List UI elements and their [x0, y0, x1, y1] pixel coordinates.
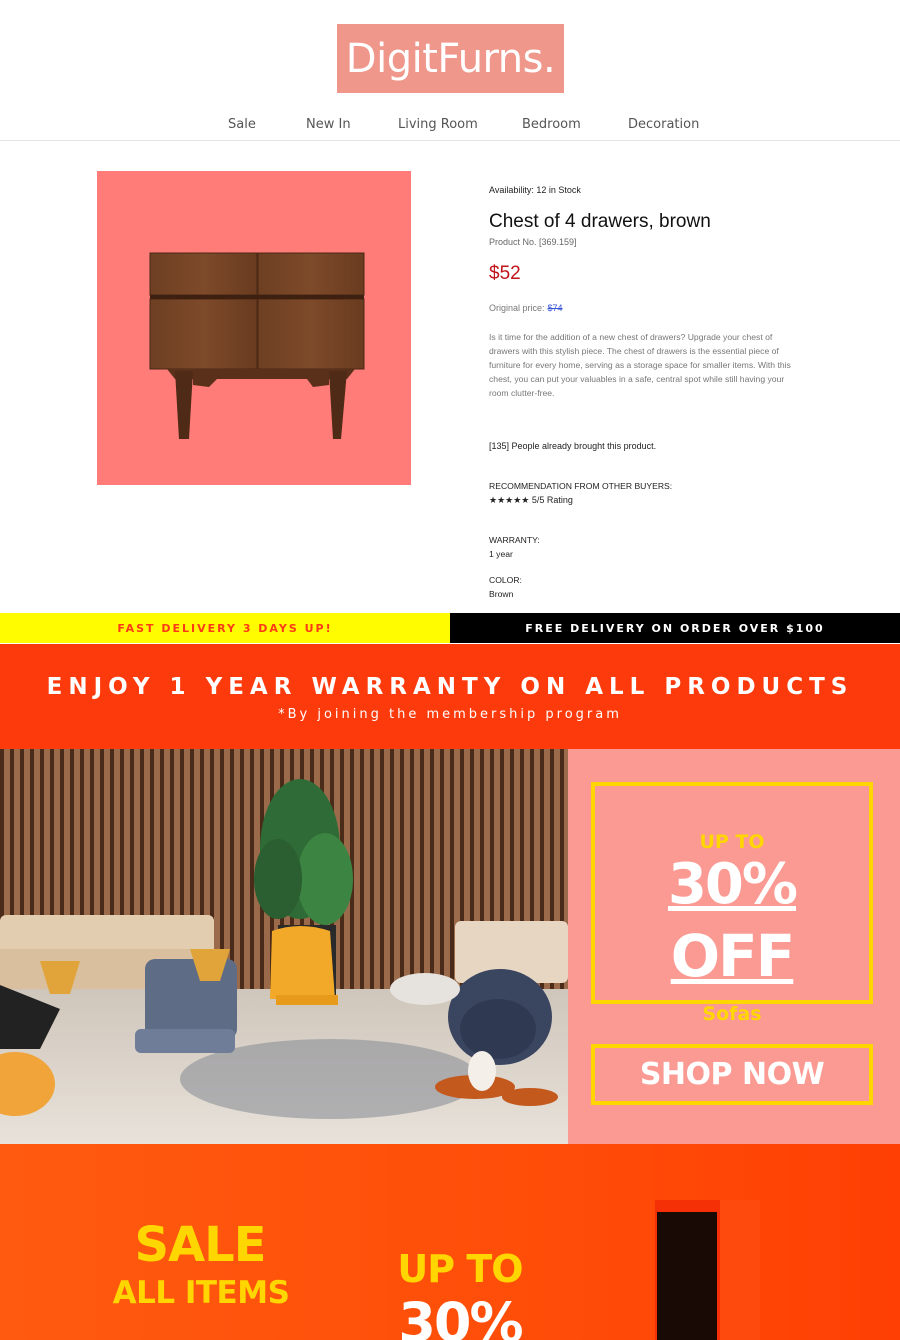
shop-now-button[interactable]: SHOP NOW — [591, 1044, 873, 1105]
main-nav: Sale New In Living Room Bedroom Decorati… — [0, 117, 900, 141]
promo-up-to: UP TO — [699, 831, 765, 853]
product-description: Is it time for the addition of a new che… — [489, 332, 791, 398]
warranty-banner: ENJOY 1 YEAR WARRANTY ON ALL PRODUCTS *B… — [0, 644, 900, 749]
original-price-label: Original price: — [489, 303, 545, 313]
free-delivery-strip: FREE DELIVERY ON ORDER OVER $100 — [450, 613, 900, 643]
rating-text: 5/5 Rating — [531, 495, 573, 505]
product-price: $52 — [489, 263, 521, 284]
promo-percent: 30% — [595, 852, 869, 917]
discount-box: UP TO 30% OFF Sofas — [591, 782, 873, 1025]
product-number: Product No. [369.159] — [489, 237, 577, 247]
promo-panel: UP TO 30% OFF Sofas SHOP NOW — [568, 749, 900, 1144]
warranty-label: WARRANTY: — [489, 535, 540, 545]
original-price-value: $74 — [547, 303, 563, 313]
color-value: Brown — [489, 589, 514, 599]
fast-delivery-strip: FAST DELIVERY 3 DAYS UP! — [0, 613, 450, 643]
rating: ★★★★★ 5/5 Rating — [489, 495, 809, 506]
lounge-illustration — [0, 749, 568, 1144]
logo-text: DigitFurns. — [345, 35, 556, 82]
warranty-value: 1 year — [489, 549, 513, 559]
promo-percent-value: 30% — [667, 852, 798, 917]
promo-off: OFF — [670, 922, 796, 990]
sale-all-items: ALL ITEMS — [112, 1275, 290, 1311]
lounge-photo — [0, 749, 568, 1144]
recommendation-label: RECOMMENDATION FROM OTHER BUYERS: — [489, 481, 673, 491]
nav-item-sale[interactable]: Sale — [228, 117, 256, 132]
nav-item-living-room[interactable]: Living Room — [398, 117, 478, 132]
nav-item-decoration[interactable]: Decoration — [628, 117, 699, 132]
color-label: COLOR: — [489, 575, 522, 585]
availability: Availability: 12 in Stock — [489, 185, 581, 195]
product-image[interactable] — [97, 171, 411, 485]
star-icon: ★★★★★ — [489, 495, 530, 505]
warranty-banner-subtitle: *By joining the membership program — [278, 707, 622, 722]
original-price: Original price: $74 — [489, 303, 809, 313]
door-side-wall — [720, 1200, 760, 1340]
sale-title: SALE — [134, 1217, 266, 1273]
logo[interactable]: DigitFurns. — [337, 24, 564, 93]
chest-of-drawers-illustration — [149, 252, 365, 439]
door-opening — [657, 1212, 717, 1340]
product-title: Chest of 4 drawers, brown — [489, 211, 711, 232]
sale-up-to: UP TO — [397, 1247, 523, 1291]
sale-banner: SALE ALL ITEMS UP TO 30% — [0, 1144, 900, 1340]
sale-percent: 30% — [398, 1291, 523, 1340]
warranty-banner-title: ENJOY 1 YEAR WARRANTY ON ALL PRODUCTS — [46, 674, 854, 700]
promo-category: Sofas — [702, 1003, 762, 1025]
nav-item-new-in[interactable]: New In — [306, 117, 351, 132]
people-bought: [135] People already brought this produc… — [489, 441, 657, 451]
nav-item-bedroom[interactable]: Bedroom — [522, 117, 581, 132]
